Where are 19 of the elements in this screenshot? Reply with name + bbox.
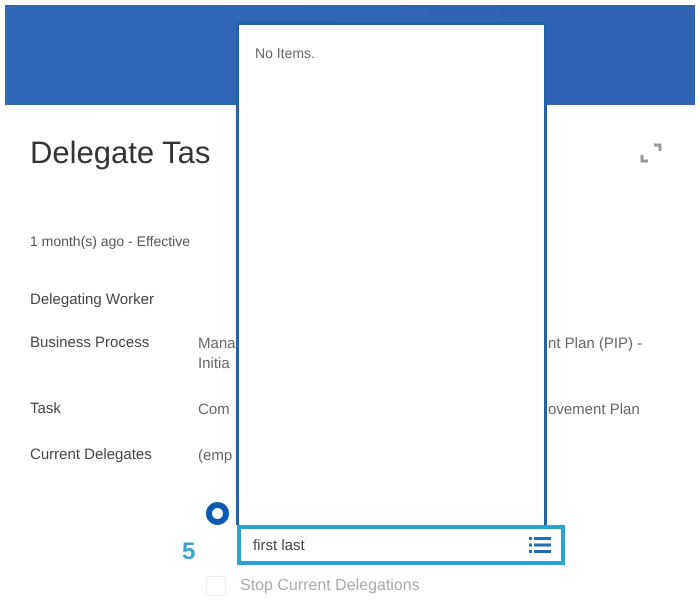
empty-message: No Items. (254, 44, 316, 61)
field-value: ovement Plan (548, 400, 641, 420)
step-number: 5 (182, 538, 196, 565)
search-field[interactable]: first last (237, 525, 565, 565)
list-icon[interactable] (529, 536, 551, 554)
timestamp-text: 1 month(s) ago - Effective (30, 233, 192, 249)
page-title: Delegate Tas (30, 135, 210, 171)
radio-button[interactable] (206, 502, 229, 525)
field-label: Delegating Worker (30, 291, 155, 308)
field-label: Task (30, 400, 62, 419)
field-value: Com (198, 400, 231, 420)
field-value: Initia (198, 354, 231, 374)
field-label: Current Delegates (30, 446, 153, 465)
field-value: (emp (198, 446, 234, 466)
field-value: nt Plan (PIP) - (548, 334, 644, 354)
field-label: Business Process (30, 334, 150, 353)
field-value: Mana (198, 334, 237, 354)
expand-icon[interactable] (640, 143, 662, 163)
checkbox-label: Stop Current Delegations (240, 577, 420, 595)
